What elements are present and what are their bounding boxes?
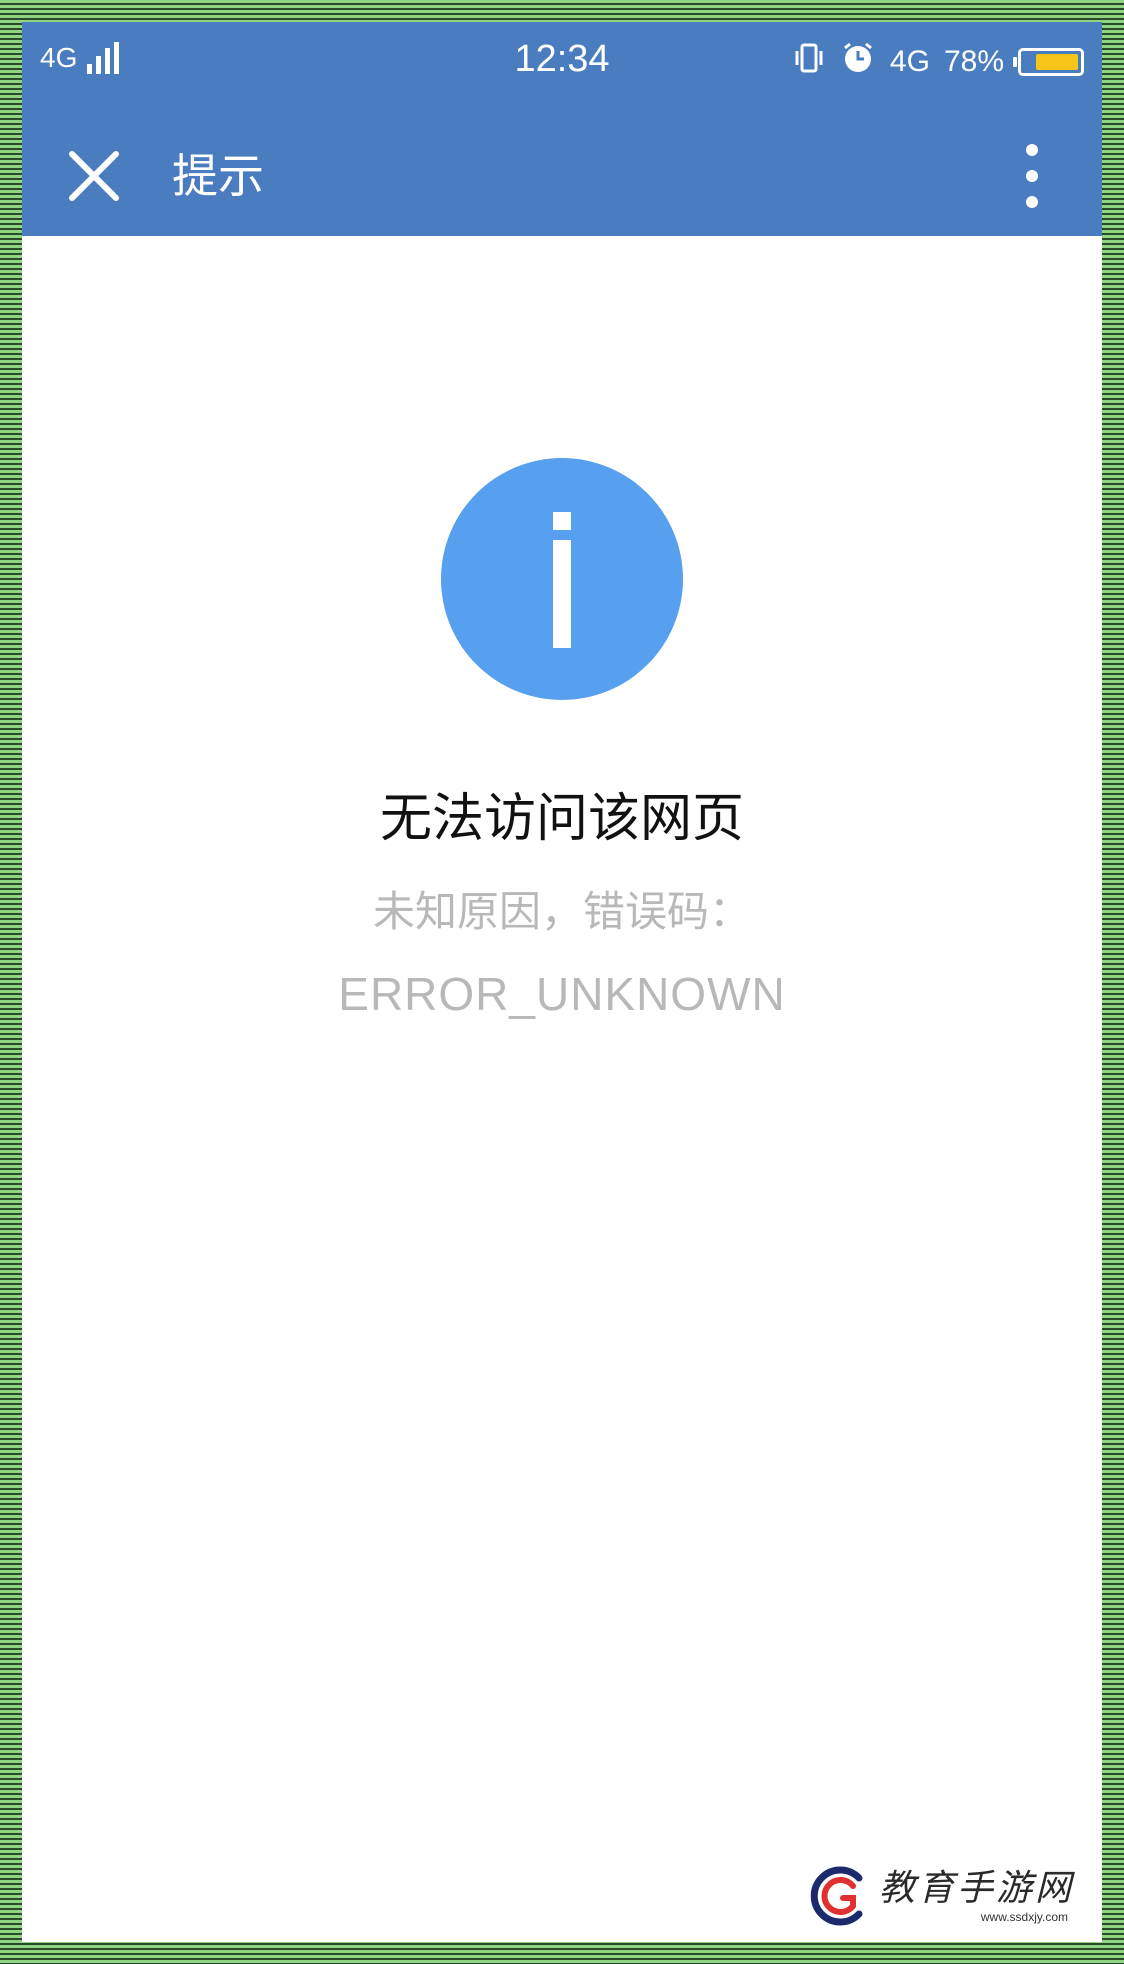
watermark-logo-icon: [810, 1866, 863, 1926]
watermark: 教育手游网 www.ssdxjy.com: [807, 1864, 1074, 1928]
info-icon-dot: [553, 512, 571, 530]
watermark-text: 教育手游网 www.ssdxjy.com: [879, 1868, 1074, 1924]
alarm-icon: [840, 40, 876, 84]
vibrate-icon: [792, 41, 826, 83]
more-vertical-icon: [1026, 144, 1038, 208]
battery-percent: 78%: [943, 45, 1004, 78]
error-title: 无法访问该网页: [379, 789, 744, 849]
page-title: 提示: [172, 149, 264, 203]
phone-screen: 4G 12:34 4G 78% 提示 无法访问该网页 未知原因，错误码： ERR…: [22, 22, 1102, 1942]
status-bar: 4G 12:34 4G 78%: [22, 22, 1102, 116]
watermark-url: www.ssdxjy.com: [980, 1910, 1068, 1924]
error-message: 未知原因，错误码：: [372, 887, 751, 936]
title-bar: 提示: [22, 116, 1102, 236]
battery-fill: [1035, 54, 1078, 70]
network-type-right: 4G: [889, 45, 930, 78]
close-icon: [69, 151, 119, 201]
battery-icon: [1013, 48, 1084, 76]
info-icon: [441, 458, 683, 700]
status-right: 4G 78%: [792, 40, 1084, 84]
close-button[interactable]: [62, 144, 126, 208]
more-options-button[interactable]: [1012, 140, 1052, 212]
watermark-name: 教育手游网: [878, 1868, 1074, 1909]
error-code: ERROR_UNKNOWN: [338, 968, 786, 1020]
info-icon-stem: [553, 540, 571, 648]
